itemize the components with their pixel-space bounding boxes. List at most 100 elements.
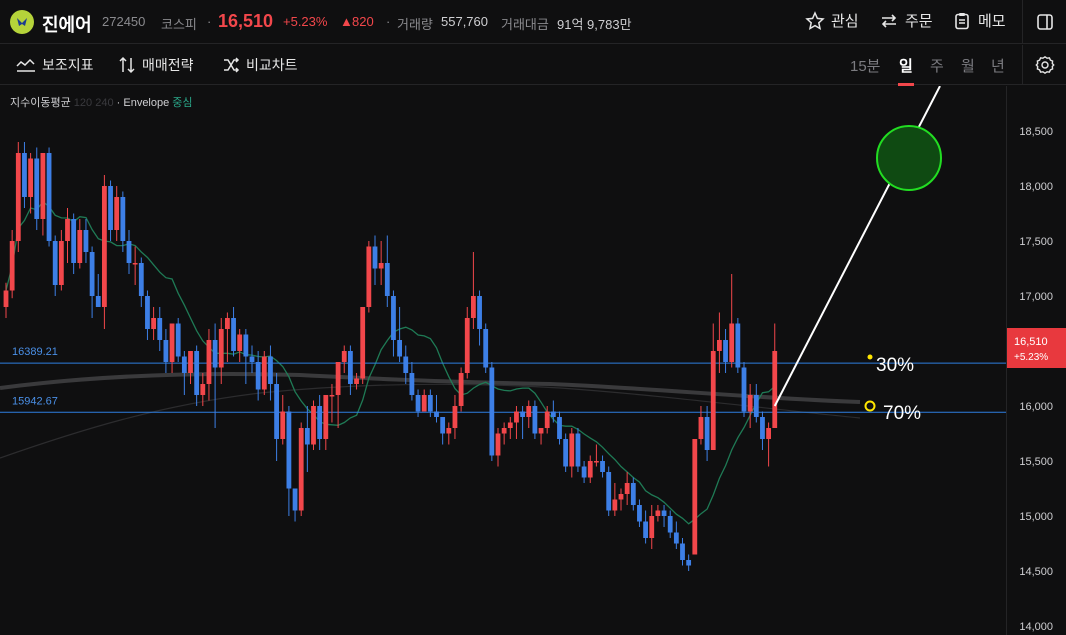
- candle-body: [557, 417, 562, 439]
- candle-body: [9, 241, 15, 291]
- candle-body: [175, 323, 181, 357]
- candle-body: [231, 318, 236, 351]
- candle-body: [323, 395, 329, 439]
- candle-body: [200, 384, 206, 395]
- candle-body: [341, 351, 347, 362]
- candle-body: [181, 356, 187, 373]
- volume-value: 557,760: [441, 14, 488, 29]
- candle-body: [366, 246, 372, 307]
- candle-body: [741, 367, 747, 412]
- candle-body: [212, 340, 218, 368]
- stock-chart-app: { "header": { "name": "진에어", "code": "27…: [0, 0, 1066, 635]
- candle-body: [274, 384, 279, 439]
- separator-dot-2: ·: [386, 14, 391, 29]
- candle-body: [452, 406, 458, 428]
- period-year[interactable]: 년: [991, 55, 1005, 76]
- stock-name: 진에어: [42, 15, 92, 35]
- candle-body: [661, 510, 667, 516]
- candle-body: [772, 351, 778, 428]
- candle-body: [753, 395, 759, 417]
- period-month[interactable]: 월: [961, 55, 975, 76]
- clipboard-icon: [955, 12, 969, 29]
- candle-body: [630, 483, 636, 505]
- candle-body: [563, 439, 569, 467]
- candle-body: [145, 296, 150, 329]
- order-label: 주문: [905, 13, 933, 30]
- candle-body: [225, 318, 230, 329]
- candle-body: [15, 153, 21, 241]
- annotation-30-label: 30%: [876, 355, 914, 376]
- indicator-button[interactable]: 보조지표: [16, 55, 94, 75]
- candle-body: [464, 318, 470, 373]
- candle-body: [575, 433, 581, 467]
- candles: [3, 142, 778, 571]
- candle-body: [538, 428, 544, 434]
- candle-body: [243, 334, 249, 357]
- candle-body: [255, 362, 261, 390]
- period-day[interactable]: 일: [899, 55, 913, 76]
- shuffle-icon: [224, 57, 240, 73]
- memo-button[interactable]: 메모: [952, 10, 1006, 31]
- candle-body: [151, 318, 156, 329]
- separator-dot: ·: [207, 14, 212, 29]
- star-icon: [805, 10, 825, 30]
- candle-body: [569, 433, 575, 467]
- strategy-label: 매매전략: [142, 57, 194, 73]
- candle-body: [65, 219, 70, 241]
- candle-body: [329, 395, 335, 397]
- candle-body: [735, 323, 741, 368]
- candle-body: [760, 417, 765, 439]
- compare-button[interactable]: 비교차트: [222, 55, 298, 75]
- candle-body: [495, 433, 501, 456]
- candle-body: [120, 197, 126, 241]
- candle-body: [52, 241, 58, 285]
- candle-body: [378, 263, 384, 269]
- candle-body: [729, 323, 735, 362]
- candle-body: [594, 461, 599, 463]
- candle-body: [77, 230, 83, 263]
- strategy-button[interactable]: 매매전략: [118, 55, 194, 75]
- y-tick-label: 16,000: [1019, 401, 1053, 413]
- y-tick-label: 14,500: [1019, 566, 1053, 578]
- candle-body: [304, 428, 310, 445]
- candle-body: [280, 411, 286, 439]
- candle-body: [624, 483, 630, 494]
- drawings: 30% 70%: [773, 86, 942, 424]
- y-tick-label: 18,500: [1019, 126, 1053, 138]
- period-15min[interactable]: 15분: [850, 55, 881, 76]
- candle-body: [618, 494, 624, 500]
- current-price-badge-change: +5.23%: [1014, 352, 1048, 363]
- price-chart[interactable]: 16389.21 15942.67 30% 70% 18,500 18,000 17,5…: [0, 86, 1066, 635]
- candle-body: [612, 499, 618, 511]
- candle-body: [692, 439, 698, 555]
- candle-body: [311, 406, 316, 445]
- candle-body: [723, 340, 728, 362]
- candle-body: [544, 411, 550, 428]
- order-button[interactable]: 주문: [879, 10, 933, 31]
- watch-label: 관심: [831, 13, 859, 30]
- candle-body: [3, 290, 9, 307]
- panel-toggle-button[interactable]: [1022, 0, 1066, 44]
- watch-button[interactable]: 관심: [805, 10, 859, 31]
- y-tick-label: 17,000: [1019, 291, 1053, 303]
- candle-body: [507, 422, 513, 428]
- period-week[interactable]: 주: [930, 55, 944, 76]
- candle-body: [747, 395, 753, 412]
- candle-body: [95, 296, 101, 307]
- chart-toolbar: 보조지표 매매전략 비교차트 15분 일 주 월 년: [0, 45, 1066, 86]
- candle-body: [606, 472, 612, 511]
- candle-body: [550, 411, 556, 417]
- candle-body: [298, 428, 304, 511]
- volume-label: 거래량: [397, 17, 433, 32]
- candle-body: [489, 367, 495, 456]
- candle-body: [766, 428, 771, 439]
- candle-body: [581, 466, 587, 478]
- current-price: 16,510: [218, 11, 274, 31]
- candle-body: [514, 411, 519, 423]
- candle-body: [471, 296, 476, 318]
- candle-body: [292, 488, 298, 511]
- candle-body: [680, 543, 685, 560]
- swap-arrows-icon: [881, 13, 897, 28]
- chart-settings-button[interactable]: [1022, 45, 1066, 85]
- candle-body: [194, 351, 200, 395]
